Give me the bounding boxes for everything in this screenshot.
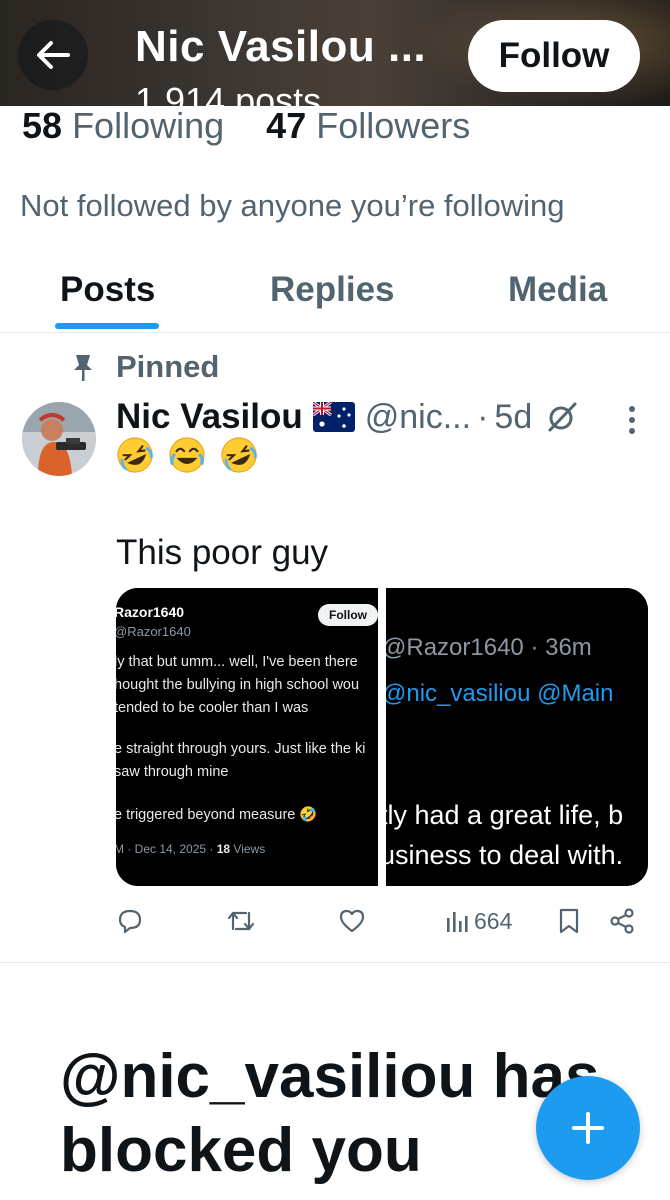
screenshot-text-line: tended to be cooler than I was <box>116 700 309 716</box>
pinned-indicator <box>72 348 94 388</box>
bookmark-icon <box>559 908 579 934</box>
screenshot-views-label: Views <box>230 842 266 856</box>
tab-posts[interactable]: Posts <box>60 270 155 310</box>
avatar[interactable] <box>22 402 96 476</box>
active-tab-indicator <box>55 323 159 329</box>
profile-tabs: Posts Replies Media <box>0 250 670 333</box>
repost-button[interactable] <box>226 900 256 942</box>
section-divider <box>0 962 670 963</box>
screenshot-text-line: e straight through yours. Just like the … <box>116 741 366 757</box>
tab-replies[interactable]: Replies <box>270 270 395 310</box>
screenshot-mentions: @nic_vasiliou @Main <box>386 680 614 707</box>
australian-flag-icon <box>312 402 355 432</box>
share-icon <box>610 908 634 934</box>
blocked-message: @nic_vasiliou has blocked you <box>60 1042 600 1185</box>
post-text: This poor guy <box>116 533 329 572</box>
screenshot-text-line: hought the bullying in high school wou <box>116 677 360 693</box>
screenshot-handle-time: @Razor1640 · 36m <box>386 634 592 661</box>
pinned-label: Pinned <box>116 349 220 384</box>
screenshot-follow-button: Follow <box>318 604 378 626</box>
views-count: 664 <box>474 907 513 934</box>
screenshot-text-line: tly had a great life, b <box>386 800 624 830</box>
reply-icon <box>118 909 142 934</box>
not-followed-text: Not followed by anyone you’re following <box>20 188 565 223</box>
profile-header: Nic Vasilou ... 1,914 posts Follow <box>0 0 670 106</box>
post-actions: 664 <box>116 900 646 942</box>
face-with-tears-of-joy-icon <box>169 437 205 473</box>
like-button[interactable] <box>338 900 366 942</box>
header-title: Nic Vasilou ... <box>135 22 427 71</box>
repost-icon <box>227 911 255 931</box>
media-image-left[interactable]: Razor1640 @Razor1640 Follow ly that but … <box>116 588 378 886</box>
reply-button[interactable] <box>116 900 144 942</box>
following-link[interactable]: 58 Following <box>22 105 234 146</box>
following-count: 58 <box>22 105 63 146</box>
rolling-on-floor-laughing-icon <box>117 437 153 473</box>
post-emojis <box>116 436 258 480</box>
post-author-name[interactable]: Nic Vasilou <box>116 397 303 437</box>
bookmark-button[interactable] <box>558 900 580 942</box>
compose-post-button[interactable] <box>536 1076 640 1180</box>
screenshot-username: Razor1640 <box>116 604 185 620</box>
separator-dot: · <box>477 397 489 436</box>
followers-link[interactable]: 47 Followers <box>266 105 470 146</box>
post-header: Nic Vasilou @nic... · 5d <box>116 394 578 440</box>
screenshot-meta: M · Dec 14, 2025 · 18 Views <box>116 842 265 856</box>
header-posts-count: 1,914 posts <box>135 80 322 106</box>
analytics-icon <box>447 912 468 932</box>
screenshot-text-line: e triggered beyond measure 🤣 <box>116 807 318 823</box>
screenshot-views-count: 18 <box>216 842 231 856</box>
screenshot-text-line: ly that but umm... well, I've been there <box>116 654 358 670</box>
screenshot-handle: @Razor1640 <box>116 624 191 639</box>
media-image-right[interactable]: @Razor1640 · 36m @nic_vasiliou @Main tly… <box>386 588 648 886</box>
post-media[interactable]: Razor1640 @Razor1640 Follow ly that but … <box>116 588 648 886</box>
post-author-handle[interactable]: @nic... <box>365 398 471 437</box>
followers-label: Followers <box>316 105 471 146</box>
views-button[interactable]: 664 <box>446 900 512 942</box>
back-button[interactable] <box>18 20 88 90</box>
follow-button[interactable]: Follow <box>468 20 640 92</box>
tab-media[interactable]: Media <box>508 270 607 310</box>
rolling-on-floor-laughing-icon <box>221 437 257 473</box>
screenshot-date: M · Dec 14, 2025 · <box>116 842 217 856</box>
post-age[interactable]: 5d <box>494 398 532 437</box>
more-options-icon[interactable] <box>626 404 638 436</box>
arrow-left-icon <box>37 41 70 69</box>
media-divider <box>378 588 386 886</box>
followers-count: 47 <box>266 105 307 146</box>
plus-icon <box>572 1112 604 1144</box>
share-button[interactable] <box>608 900 636 942</box>
pin-icon <box>74 355 92 381</box>
grok-icon[interactable] <box>546 401 578 433</box>
follow-stats: 58 Following 47 Followers <box>22 105 470 147</box>
screenshot-text-line: usiness to deal with. <box>386 840 624 870</box>
heart-icon <box>339 909 365 933</box>
avatar-image <box>22 402 96 476</box>
following-label: Following <box>72 105 225 146</box>
screenshot-text-line: saw through mine <box>116 764 229 780</box>
